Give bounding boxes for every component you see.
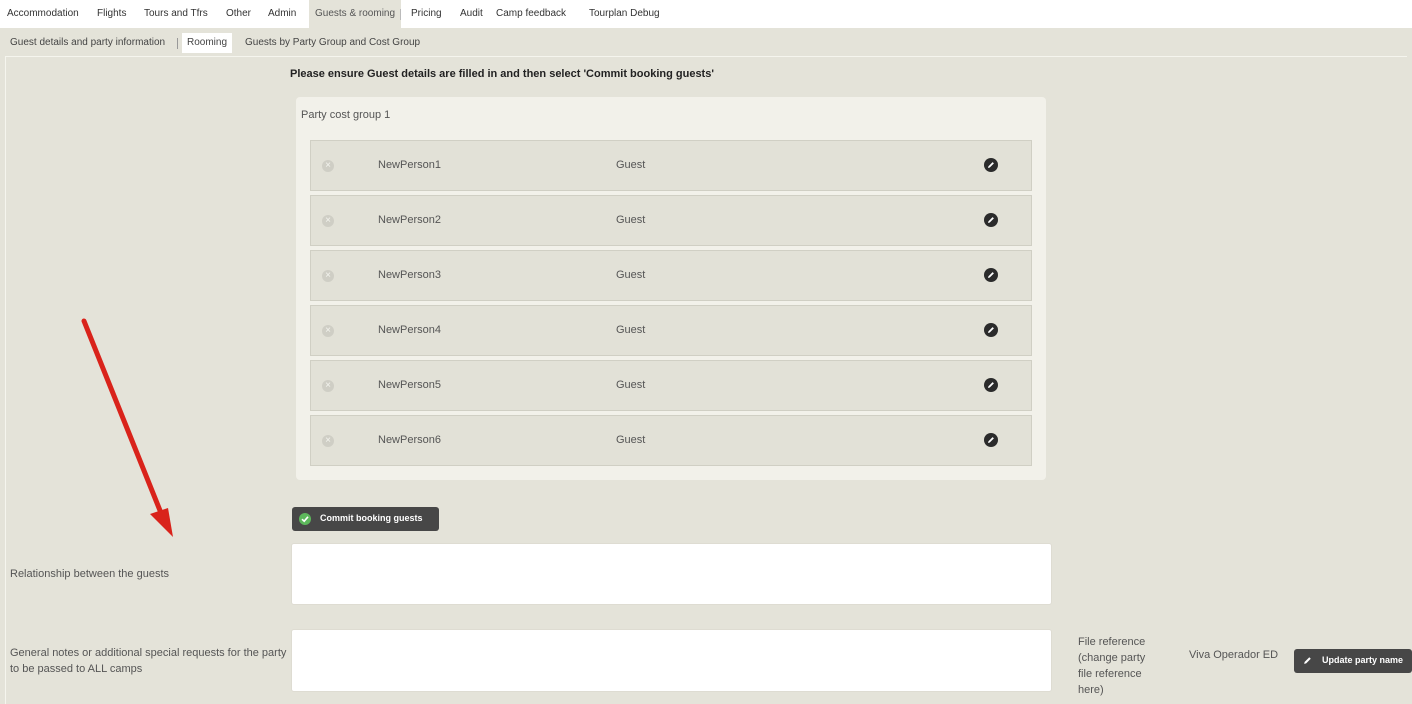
pencil-edit-icon[interactable] — [984, 268, 998, 282]
guest-name: NewPerson3 — [378, 269, 441, 281]
guest-row: × NewPerson3 Guest — [310, 250, 1032, 301]
remove-circle-icon[interactable]: × — [322, 160, 334, 172]
instruction-text: Please ensure Guest details are filled i… — [290, 68, 714, 80]
tab-pricing[interactable]: Pricing — [405, 0, 448, 28]
subtab-guest-details[interactable]: Guest details and party information — [5, 33, 171, 53]
party-group-title: Party cost group 1 — [301, 109, 391, 121]
pencil-edit-icon[interactable] — [984, 323, 998, 337]
remove-circle-icon[interactable]: × — [322, 380, 334, 392]
guest-row: × NewPerson2 Guest — [310, 195, 1032, 246]
guest-row: × NewPerson6 Guest — [310, 415, 1032, 466]
content-left-border — [5, 56, 6, 704]
general-notes-field[interactable] — [291, 629, 1052, 692]
tab-other[interactable]: Other — [220, 0, 257, 28]
commit-button-label: Commit booking guests — [320, 513, 423, 523]
guest-name: NewPerson6 — [378, 434, 441, 446]
guest-row: × NewPerson1 Guest — [310, 140, 1032, 191]
main-tab-bar: Accommodation Flights Tours and Tfrs Oth… — [0, 0, 1412, 29]
commit-booking-guests-button[interactable]: Commit booking guests — [292, 507, 439, 531]
subtab-separator — [177, 38, 178, 49]
tab-audit[interactable]: Audit — [454, 0, 489, 28]
subtab-rooming[interactable]: Rooming — [182, 33, 233, 53]
sub-tab-bar: Guest details and party information Room… — [0, 28, 1412, 56]
tab-accommodation[interactable]: Accommodation — [1, 0, 85, 28]
pencil-edit-icon[interactable] — [984, 433, 998, 447]
subtab-guests-by-party-group[interactable]: Guests by Party Group and Cost Group — [240, 33, 426, 53]
guest-row: × NewPerson4 Guest — [310, 305, 1032, 356]
check-circle-icon — [299, 513, 311, 525]
remove-circle-icon[interactable]: × — [322, 325, 334, 337]
relationship-field[interactable] — [291, 543, 1052, 605]
guest-name: NewPerson5 — [378, 379, 441, 391]
guest-name: NewPerson1 — [378, 159, 441, 171]
guest-row: × NewPerson5 Guest — [310, 360, 1032, 411]
relationship-label: Relationship between the guests — [10, 568, 169, 580]
party-cost-group-panel: Party cost group 1 × NewPerson1 Guest × … — [296, 97, 1046, 480]
update-button-label: Update party name — [1322, 655, 1404, 665]
tab-tourplan-debug[interactable]: Tourplan Debug — [583, 0, 666, 28]
pencil-edit-icon[interactable] — [984, 158, 998, 172]
file-reference-value: Viva Operador ED — [1189, 649, 1279, 661]
tab-tours-and-tfrs[interactable]: Tours and Tfrs — [138, 0, 214, 28]
tab-separator — [400, 9, 401, 20]
guest-role: Guest — [616, 379, 646, 391]
pencil-edit-icon[interactable] — [984, 213, 998, 227]
guest-role: Guest — [616, 324, 646, 336]
remove-circle-icon[interactable]: × — [322, 270, 334, 282]
remove-circle-icon[interactable]: × — [322, 215, 334, 227]
guest-name: NewPerson2 — [378, 214, 441, 226]
tab-flights[interactable]: Flights — [91, 0, 132, 28]
guest-role: Guest — [616, 434, 646, 446]
update-party-name-button[interactable]: Update party name — [1294, 649, 1412, 673]
guest-role: Guest — [616, 214, 646, 226]
guest-role: Guest — [616, 159, 646, 171]
tab-admin[interactable]: Admin — [262, 0, 302, 28]
tab-guests-rooming[interactable]: Guests & rooming — [309, 0, 402, 28]
general-notes-label: General notes or additional special requ… — [10, 647, 287, 675]
pencil-icon — [1304, 657, 1311, 664]
tab-camp-feedback[interactable]: Camp feedback — [490, 0, 572, 28]
pencil-edit-icon[interactable] — [984, 378, 998, 392]
guest-name: NewPerson4 — [378, 324, 441, 336]
file-reference-label: File reference (change party file refere… — [1078, 636, 1146, 696]
remove-circle-icon[interactable]: × — [322, 435, 334, 447]
content-top-border — [5, 56, 1407, 57]
guest-role: Guest — [616, 269, 646, 281]
